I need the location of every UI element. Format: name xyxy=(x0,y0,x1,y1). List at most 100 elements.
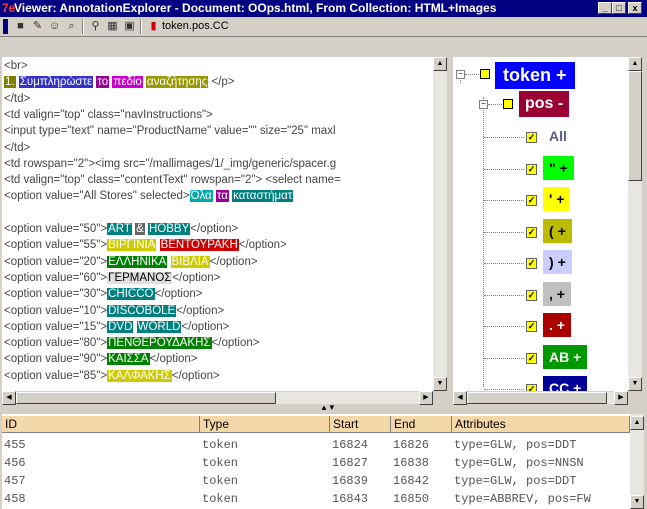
save-icon[interactable]: ■ xyxy=(13,19,28,34)
column-header-id[interactable]: ID xyxy=(2,416,200,433)
annotated-token[interactable]: HOBBY xyxy=(148,223,191,235)
annotated-token[interactable]: WORLD xyxy=(136,320,182,333)
horizontal-splitter[interactable]: ▲▼ xyxy=(0,403,647,414)
scroll-right-button[interactable]: ▶ xyxy=(419,391,433,405)
tree-node-pos[interactable]: pos - xyxy=(519,91,570,117)
grid-icon[interactable]: ▦ xyxy=(105,19,120,34)
html-source-pane[interactable]: <br> 1. Συμπληρώστε το πεδίο αναζήτησης … xyxy=(2,57,433,391)
checkbox-icon[interactable]: ✓ xyxy=(526,352,537,364)
maximize-button[interactable]: □ xyxy=(612,2,626,14)
source-text: <option value="60"> xyxy=(4,271,108,284)
collapse-icon[interactable]: − xyxy=(479,100,488,109)
checkbox-icon[interactable]: ✓ xyxy=(526,384,537,391)
tree-connector xyxy=(484,168,524,170)
tree-node-pos-tag[interactable]: ' + xyxy=(543,187,571,211)
tree-node-pos-tag[interactable]: " + xyxy=(543,155,574,180)
column-header-type[interactable]: Type xyxy=(200,416,330,433)
grid2-icon[interactable]: ▣ xyxy=(122,19,137,34)
checkbox-icon[interactable]: ✓ xyxy=(526,195,537,206)
tree-vertical-scrollbar[interactable]: ▲ ▼ xyxy=(628,57,642,391)
checkbox-icon[interactable]: ✓ xyxy=(526,258,537,269)
annotated-token[interactable]: το xyxy=(96,76,110,89)
annotated-token[interactable]: πεδίο xyxy=(112,76,143,89)
column-header-attributes[interactable]: Attributes xyxy=(452,416,630,433)
scroll-down-button[interactable]: ▼ xyxy=(630,495,644,509)
source-text: </option> xyxy=(190,223,239,235)
scroll-up-button[interactable]: ▲ xyxy=(628,57,642,71)
annotated-token[interactable]: ΒΙΡΓΙΝΙΑ xyxy=(107,239,157,252)
tree-node-label: token xyxy=(503,65,552,85)
scroll-thumb[interactable] xyxy=(16,392,276,404)
checkbox-icon[interactable]: ✓ xyxy=(526,163,537,175)
close-button[interactable]: x xyxy=(628,2,642,14)
table-row[interactable]: 458 token 16843 16850 type=ABBREV, pos=FW xyxy=(2,490,630,508)
tree-horizontal-scrollbar[interactable]: ◀ ▶ xyxy=(453,391,628,405)
annotated-token[interactable]: αναζήτησης xyxy=(146,76,209,89)
people-icon[interactable]: ☺ xyxy=(47,19,62,34)
annotated-token[interactable]: ΕΛΛΗΝΙΚΑ xyxy=(107,255,168,268)
annotated-token[interactable]: τα xyxy=(215,190,229,203)
source-line: <option value="15">DVD WORLD</option> xyxy=(4,320,229,335)
column-header-start[interactable]: Start xyxy=(330,416,391,433)
tree-node-suffix: - xyxy=(557,95,564,112)
annotations-table[interactable]: ID Type Start End Attributes 455 token 16824 168… xyxy=(2,414,630,509)
scroll-thumb[interactable] xyxy=(467,392,607,404)
table-row[interactable]: 455 token 16824 16826 type=GLW, pos=DDT xyxy=(2,436,630,454)
scroll-right-button[interactable]: ▶ xyxy=(614,391,628,405)
search-icon[interactable]: ⌕ xyxy=(64,19,79,34)
html-horizontal-scrollbar[interactable]: ◀ ▶ xyxy=(2,391,433,405)
table-row[interactable]: 456 token 16827 16838 type=GLW, pos=NNSN xyxy=(2,454,630,472)
tree-node-token[interactable]: token + xyxy=(495,62,575,89)
checkbox-icon[interactable]: ✓ xyxy=(526,321,537,332)
highlight-icon[interactable]: ✎ xyxy=(30,19,45,34)
annotated-token[interactable]: CHICCO xyxy=(107,288,155,301)
scroll-down-button[interactable]: ▼ xyxy=(628,377,642,391)
annotated-token[interactable]: Συμπληρώστε xyxy=(18,76,94,89)
tree-node-all[interactable]: All xyxy=(543,124,573,148)
annotated-token[interactable]: ΒΙΒΛΙΑ xyxy=(170,255,210,268)
tree-node-pos-tag[interactable]: CC + xyxy=(543,376,588,391)
annotated-token[interactable]: ΓΕΡΜΑΝΟΣ xyxy=(107,271,173,284)
source-line: <option value="All Stores" selected>Όλα … xyxy=(4,189,294,204)
annotated-token[interactable]: & xyxy=(135,223,145,235)
scroll-thumb[interactable] xyxy=(628,71,642,181)
annotated-token[interactable]: καταστήματ xyxy=(232,190,294,203)
annotation-icon[interactable]: ▮ xyxy=(146,19,161,34)
table-cell: type=GLW, pos=DDT xyxy=(454,438,577,452)
scroll-left-button[interactable]: ◀ xyxy=(453,391,467,405)
annotated-token[interactable]: ΠΕΝΘΕΡΟΥΔΑΚΗΣ xyxy=(107,337,212,350)
annotation-tree-pane[interactable]: − token + − pos - ✓ All ✓ " + ✓ ' + ✓ ( + ✓ ) + ✓,… xyxy=(453,57,628,391)
checkbox-icon[interactable]: ✓ xyxy=(526,132,537,143)
tree-node-pos-tag[interactable]: ) + xyxy=(543,250,572,274)
collapse-icon[interactable]: − xyxy=(456,70,465,79)
source-line: <option value="80">ΠΕΝΘΕΡΟΥΔΑΚΗΣ</option… xyxy=(4,336,260,351)
source-line: <input type="text" name="ProductName" va… xyxy=(4,125,336,138)
annotated-token[interactable]: DVD xyxy=(107,320,134,333)
checkbox-icon[interactable]: ✓ xyxy=(526,289,537,301)
annotated-token[interactable]: ART xyxy=(107,223,132,235)
scroll-up-button[interactable]: ▲ xyxy=(630,416,644,430)
annotated-token[interactable]: 1. xyxy=(4,76,16,89)
annotated-token[interactable]: ΒΕΝΤΟΥΡΑΚΗ xyxy=(159,239,239,252)
scroll-up-button[interactable]: ▲ xyxy=(433,57,447,71)
table-row[interactable]: 457 token 16839 16842 type=GLW, pos=DDT xyxy=(2,472,630,490)
tree-node-pos-tag[interactable]: ( + xyxy=(543,218,572,243)
tree-node-pos-tag[interactable]: AB + xyxy=(543,344,588,369)
annotated-token[interactable]: ΚΑΛΦΑΚΗΣ xyxy=(107,369,172,382)
annotated-token[interactable]: Όλα xyxy=(189,190,213,203)
tree-node-pos-tag[interactable]: , + xyxy=(543,281,571,306)
annotated-token[interactable]: ΚΑΙΣΣΑ xyxy=(107,353,150,366)
table-cell: 16839 xyxy=(332,474,369,488)
column-header-end[interactable]: End xyxy=(391,416,452,433)
source-text: </option> xyxy=(209,255,258,268)
tree-node-pos-tag[interactable]: . + xyxy=(543,313,571,337)
scroll-down-button[interactable]: ▼ xyxy=(433,377,447,391)
annotated-token[interactable]: DISCOBOLE xyxy=(107,304,177,317)
html-vertical-scrollbar[interactable]: ▲ ▼ xyxy=(433,57,447,391)
checkbox-icon[interactable]: ✓ xyxy=(526,226,537,238)
table-vertical-scrollbar[interactable]: ▲ ▼ xyxy=(630,414,644,509)
find-icon[interactable]: ⚲ xyxy=(88,19,103,34)
minimize-button[interactable]: _ xyxy=(598,2,612,14)
toolbar-grip-icon xyxy=(3,19,8,34)
scroll-left-button[interactable]: ◀ xyxy=(2,391,16,405)
